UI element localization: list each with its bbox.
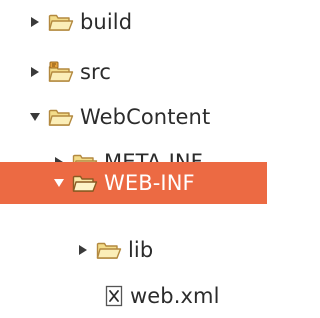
xml-file-icon bbox=[104, 285, 124, 307]
folder-icon bbox=[48, 11, 74, 33]
tree-item-web-xml[interactable]: web.xml bbox=[0, 274, 267, 318]
tree-item-label: WEB-INF bbox=[104, 171, 195, 195]
tree-item-label: lib bbox=[128, 238, 154, 262]
collapse-arrow-icon[interactable] bbox=[28, 110, 42, 124]
project-tree: build src WebContent WEB-INF lib web.xml bbox=[0, 0, 267, 315]
collapse-arrow-icon[interactable] bbox=[52, 176, 66, 190]
folder-icon bbox=[96, 239, 122, 261]
tree-item-label: src bbox=[80, 60, 111, 84]
tree-item-src[interactable]: src bbox=[0, 50, 267, 94]
tree-item-label: build bbox=[80, 10, 133, 34]
expand-arrow-icon[interactable] bbox=[28, 65, 42, 79]
tree-item-label: web.xml bbox=[130, 284, 220, 308]
folder-icon bbox=[48, 106, 74, 128]
source-folder-icon bbox=[48, 61, 74, 83]
tree-item-build[interactable]: build bbox=[0, 0, 267, 44]
tree-item-web-inf[interactable]: WEB-INF bbox=[0, 162, 267, 204]
tree-item-lib[interactable]: lib bbox=[0, 228, 267, 272]
expand-arrow-icon[interactable] bbox=[28, 15, 42, 29]
tree-item-label: WebContent bbox=[80, 105, 211, 129]
folder-icon bbox=[72, 172, 98, 194]
tree-item-webcontent[interactable]: WebContent bbox=[0, 95, 267, 139]
expand-arrow-icon[interactable] bbox=[76, 243, 90, 257]
